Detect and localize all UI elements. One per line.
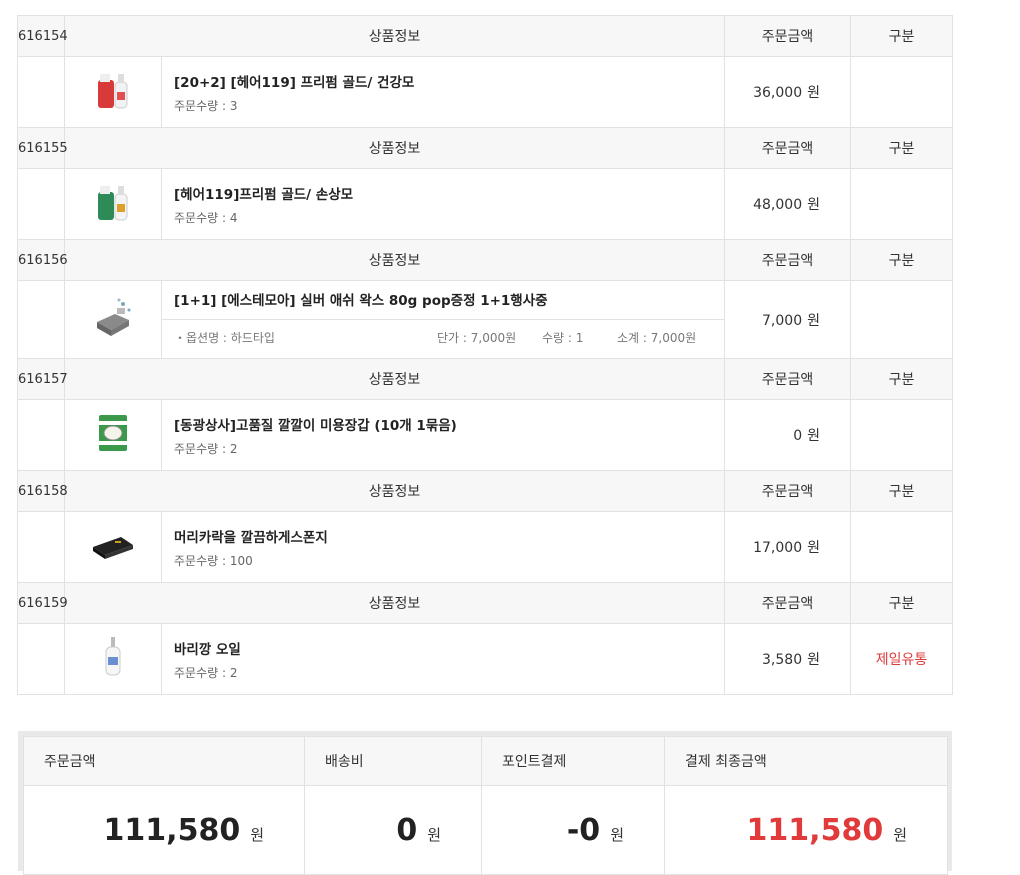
product-name-link[interactable]: 바리깡 오일 (174, 638, 724, 658)
product-thumbnail[interactable] (64, 56, 162, 128)
order-list-table: 616154 상품정보 주문금액 구분 [20+2] [헤어119] 프리펌 골… (17, 15, 953, 695)
order-amount-header: 주문금액 (724, 470, 851, 512)
category-value (850, 511, 953, 583)
order-header-row: 616154 상품정보 주문금액 구분 (17, 15, 953, 57)
product-info-header: 상품정보 (64, 239, 725, 281)
category-header: 구분 (850, 358, 953, 400)
black-sponge-image (91, 523, 135, 567)
product-info-header: 상품정보 (64, 470, 725, 512)
order-header-row: 616157 상품정보 주문금액 구분 (17, 358, 953, 400)
payment-summary: 주문금액 배송비 포인트결제 결제 최종금액 111,580 원 0원 -0 원 1… (18, 731, 952, 875)
order-id: 616154 (17, 15, 68, 57)
product-info-header: 상품정보 (64, 15, 725, 57)
option-quantity: 수량 : 1 (542, 331, 584, 345)
summary-value-row: 111,580 원 0원 -0 원 111,580 원 (23, 785, 948, 875)
product-info-header: 상품정보 (64, 127, 725, 169)
point-payment: -0 (566, 812, 601, 848)
product-info-header: 상품정보 (64, 582, 725, 624)
order-header-row: 616159 상품정보 주문금액 구분 (17, 582, 953, 624)
order-quantity: 주문수량 : 2 (174, 665, 238, 680)
category-header: 구분 (850, 127, 953, 169)
product-name-link[interactable]: [헤어119]프리펌 골드/ 손상모 (174, 183, 724, 203)
product-thumbnail[interactable] (64, 623, 162, 695)
order-amount-header: 주문금액 (724, 127, 851, 169)
order-header-row: 616158 상품정보 주문금액 구분 (17, 470, 953, 512)
shipping-fee: 0 (396, 812, 418, 848)
order-item-row: [20+2] [헤어119] 프리펌 골드/ 건강모 주문수량 : 3 36,0… (17, 56, 953, 128)
order-item-row: [헤어119]프리펌 골드/ 손상모 주문수량 : 4 48,000 원 (17, 168, 953, 240)
order-amount: 0 (793, 428, 803, 444)
oil-bottle-image (91, 635, 135, 679)
hair-product-bottles-image (91, 68, 135, 112)
category-value (850, 399, 953, 471)
order-header-row: 616155 상품정보 주문금액 구분 (17, 127, 953, 169)
product-name-link[interactable]: [20+2] [헤어119] 프리펌 골드/ 건강모 (174, 71, 724, 91)
wax-gift-box-image (91, 296, 135, 340)
order-quantity: 주문수량 : 3 (174, 98, 238, 113)
summary-header-row: 주문금액 배송비 포인트결제 결제 최종금액 (23, 736, 948, 786)
product-name-link[interactable]: 머리카락을 깔끔하게스폰지 (174, 526, 724, 546)
order-amount: 7,000 (762, 312, 803, 329)
category-value (850, 56, 953, 128)
glove-pack-image (91, 411, 135, 455)
product-thumbnail[interactable] (64, 280, 162, 359)
order-amount: 17,000 (753, 540, 803, 556)
category-value (850, 280, 953, 359)
subtotal: 소계 : 7,000원 (617, 331, 697, 345)
order-id: 616157 (17, 358, 68, 400)
category-value: 제일유통 (850, 623, 953, 695)
product-name-link[interactable]: [1+1] [에스테모아] 실버 애쉬 왁스 80g pop증정 1+1행사중 (174, 293, 548, 309)
order-item-row: [동광상사]고품질 깔깔이 미용장갑 (10개 1묶음) 주문수량 : 2 0원 (17, 399, 953, 471)
order-item-row: 머리카락을 깔끔하게스폰지 주문수량 : 100 17,000 원 (17, 511, 953, 583)
order-id: 616158 (17, 470, 68, 512)
category-header: 구분 (850, 15, 953, 57)
payment-summary-table: 주문금액 배송비 포인트결제 결제 최종금액 111,580 원 0원 -0 원 1… (23, 736, 948, 875)
product-thumbnail[interactable] (64, 168, 162, 240)
order-header-row: 616156 상품정보 주문금액 구분 (17, 239, 953, 281)
order-id: 616159 (17, 582, 68, 624)
final-payment-amount: 111,580 (746, 812, 884, 848)
order-id: 616155 (17, 127, 68, 169)
product-thumbnail[interactable] (64, 399, 162, 471)
order-amount-header: 주문금액 (724, 239, 851, 281)
category-header: 구분 (850, 582, 953, 624)
option-detail: ・옵션명 : 하드타입 단가 : 7,000원 수량 : 1 소계 : 7,00… (162, 320, 724, 356)
order-amount-header: 주문금액 (724, 15, 851, 57)
unit-price: 단가 : 7,000원 (437, 331, 517, 345)
order-amount-header: 주문금액 (724, 358, 851, 400)
category-header: 구분 (850, 239, 953, 281)
product-name-link[interactable]: [동광상사]고품질 깔깔이 미용장갑 (10개 1묶음) (174, 414, 724, 434)
product-thumbnail[interactable] (64, 511, 162, 583)
order-amount: 36,000 (753, 85, 803, 101)
hair-product-bottles-image (91, 180, 135, 224)
category-value (850, 168, 953, 240)
order-amount-header: 주문금액 (724, 582, 851, 624)
order-amount: 48,000 (753, 197, 803, 213)
order-amount-label: 주문금액 (23, 736, 305, 786)
total-order-amount: 111,580 (103, 812, 241, 848)
shipping-label: 배송비 (304, 736, 482, 786)
option-name: ・옵션명 : 하드타입 (174, 331, 275, 345)
order-quantity: 주문수량 : 2 (174, 441, 238, 456)
product-info-header: 상품정보 (64, 358, 725, 400)
order-quantity: 주문수량 : 100 (174, 553, 253, 568)
final-amount-label: 결제 최종금액 (664, 736, 948, 786)
order-id: 616156 (17, 239, 68, 281)
order-amount: 3,580 (762, 652, 803, 668)
point-payment-label: 포인트결제 (481, 736, 665, 786)
order-item-row: 바리깡 오일 주문수량 : 2 3,580 원 제일유통 (17, 623, 953, 695)
order-item-row: [1+1] [에스테모아] 실버 애쉬 왁스 80g pop증정 1+1행사중 … (17, 280, 953, 359)
category-header: 구분 (850, 470, 953, 512)
order-quantity: 주문수량 : 4 (174, 210, 238, 225)
